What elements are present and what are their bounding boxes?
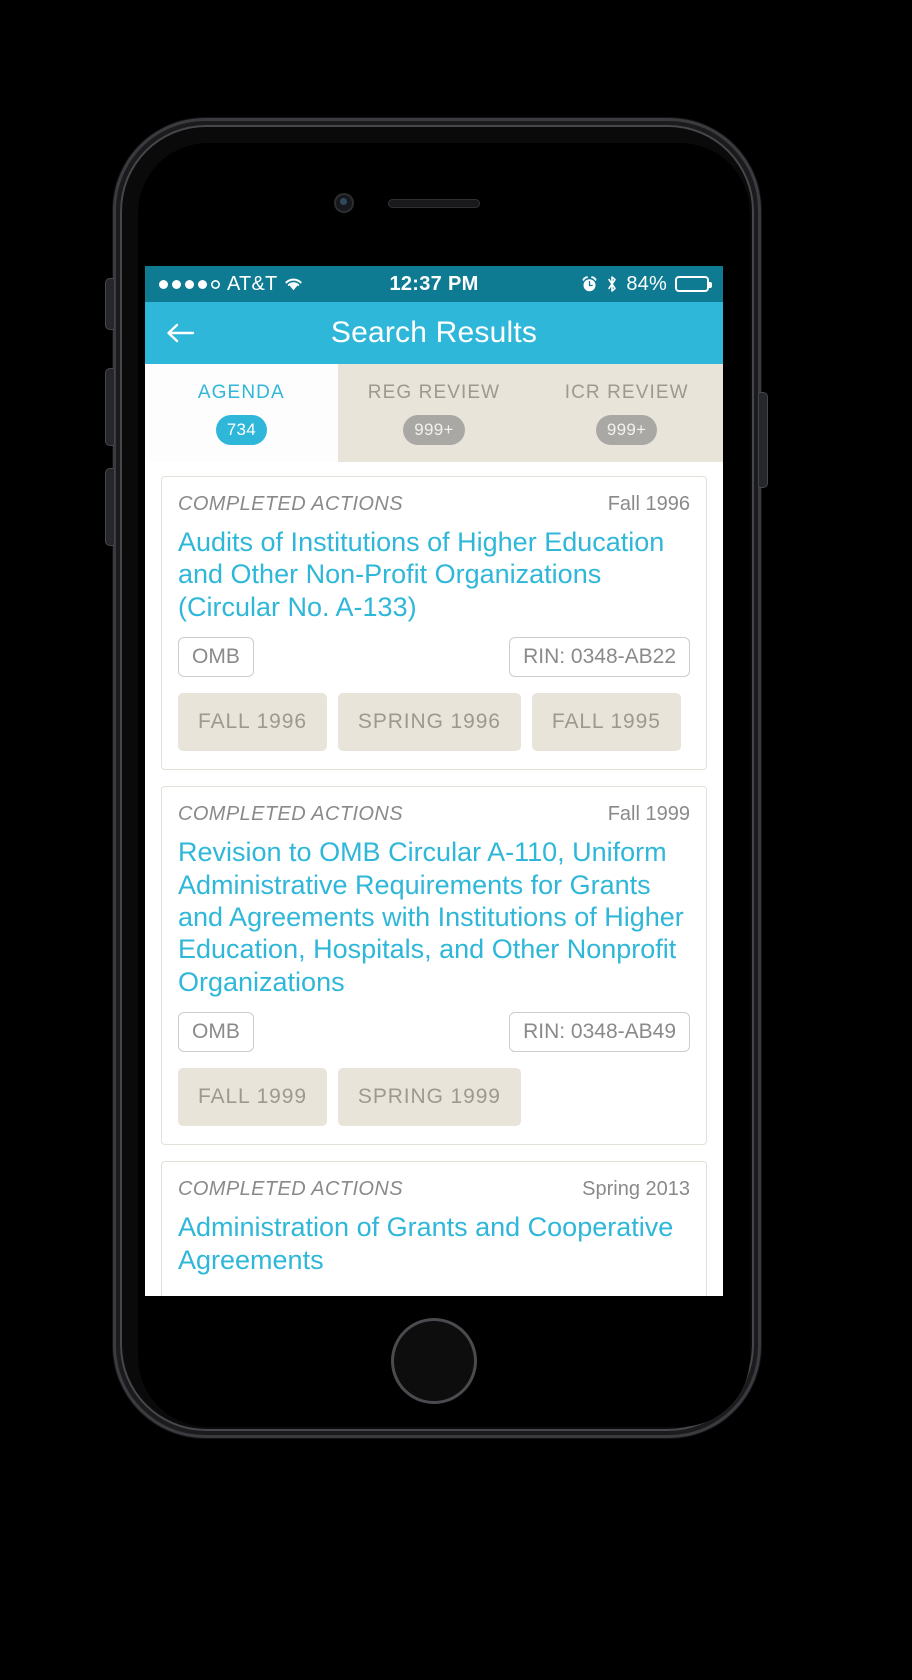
edition-chip[interactable]: SPRING 1999 (337, 1068, 521, 1127)
edition-chip[interactable]: FALL 1996 (178, 693, 327, 752)
mute-switch[interactable] (105, 278, 115, 330)
edition-chip[interactable]: SPRING 1996 (337, 693, 521, 752)
result-term-label: Spring 2013 (582, 1178, 690, 1201)
search-results-list[interactable]: COMPLETED ACTIONS Fall 1996 Audits of In… (145, 462, 723, 1296)
tab-bar: AGENDA 734 REG REVIEW 999+ ICR REVIEW 99… (145, 364, 723, 462)
tab-reg-review-badge: 999+ (403, 415, 465, 445)
result-card[interactable]: COMPLETED ACTIONS Spring 2013 Administra… (161, 1161, 707, 1296)
tab-agenda[interactable]: AGENDA 734 (145, 364, 338, 462)
result-term-label: Fall 1996 (607, 493, 690, 515)
alarm-clock-icon (581, 275, 598, 293)
battery-percent-label: 84% (626, 272, 667, 295)
result-card-header: COMPLETED ACTIONS Fall 1996 (178, 493, 690, 516)
tab-icr-review-badge: 999+ (595, 415, 658, 445)
battery-icon (675, 276, 712, 292)
bluetooth-icon (606, 275, 618, 293)
phone-screen: AT&T 12:37 PM 84% Search Results AGENDA … (145, 266, 723, 1296)
result-meta-row: OMB RIN: 0348-AB22 (178, 637, 690, 678)
tab-reg-review-label: REG REVIEW (367, 382, 501, 403)
result-meta-row: OMB RIN: 0348-AB49 (178, 1012, 690, 1053)
power-button[interactable] (758, 392, 768, 488)
result-title-link[interactable]: Audits of Institutions of Higher Educati… (178, 526, 690, 623)
result-title-link[interactable]: Revision to OMB Circular A-110, Uniform … (178, 836, 690, 998)
status-bar: AT&T 12:37 PM 84% (145, 266, 723, 302)
tab-reg-review[interactable]: REG REVIEW 999+ (338, 364, 531, 462)
earpiece-speaker (388, 199, 480, 208)
volume-down-button[interactable] (105, 468, 115, 546)
result-stage-label: COMPLETED ACTIONS (178, 803, 403, 826)
page-title: Search Results (330, 316, 538, 349)
rin-badge[interactable]: RIN: 0348-AB22 (509, 637, 690, 678)
result-edition-chips[interactable]: FALL 1996 SPRING 1996 FALL 1995 (178, 693, 690, 752)
status-bar-right: 84% (581, 272, 712, 296)
result-card-header: COMPLETED ACTIONS Spring 2013 (178, 1178, 690, 1201)
result-card-header: COMPLETED ACTIONS Fall 1999 (178, 803, 690, 826)
edition-chip[interactable]: FALL 1995 (531, 693, 681, 752)
tab-icr-review[interactable]: ICR REVIEW 999+ (530, 364, 723, 462)
navigation-bar: Search Results (145, 302, 723, 364)
edition-chip[interactable]: FALL 1999 (178, 1068, 327, 1127)
rin-badge[interactable]: RIN: 0348-AB49 (509, 1012, 690, 1053)
result-title-link[interactable]: Administration of Grants and Cooperative… (178, 1211, 690, 1276)
front-camera-icon (334, 193, 354, 213)
result-stage-label: COMPLETED ACTIONS (178, 493, 403, 515)
volume-up-button[interactable] (105, 368, 115, 446)
tab-icr-review-label: ICR REVIEW (564, 382, 689, 403)
result-stage-label: COMPLETED ACTIONS (178, 1178, 403, 1201)
screenshot-root: AT&T 12:37 PM 84% Search Results AGENDA … (0, 0, 912, 1680)
result-edition-chips[interactable]: FALL 1999 SPRING 1999 (178, 1068, 690, 1127)
result-card[interactable]: COMPLETED ACTIONS Fall 1999 Revision to … (161, 786, 707, 1146)
result-card[interactable]: COMPLETED ACTIONS Fall 1996 Audits of In… (161, 476, 707, 771)
home-button[interactable] (391, 1318, 477, 1404)
tab-agenda-badge: 734 (215, 415, 267, 445)
agency-badge[interactable]: OMB (178, 1012, 254, 1053)
result-term-label: Fall 1999 (607, 803, 690, 826)
tab-agenda-label: AGENDA (197, 382, 285, 403)
agency-badge[interactable]: OMB (178, 637, 254, 678)
